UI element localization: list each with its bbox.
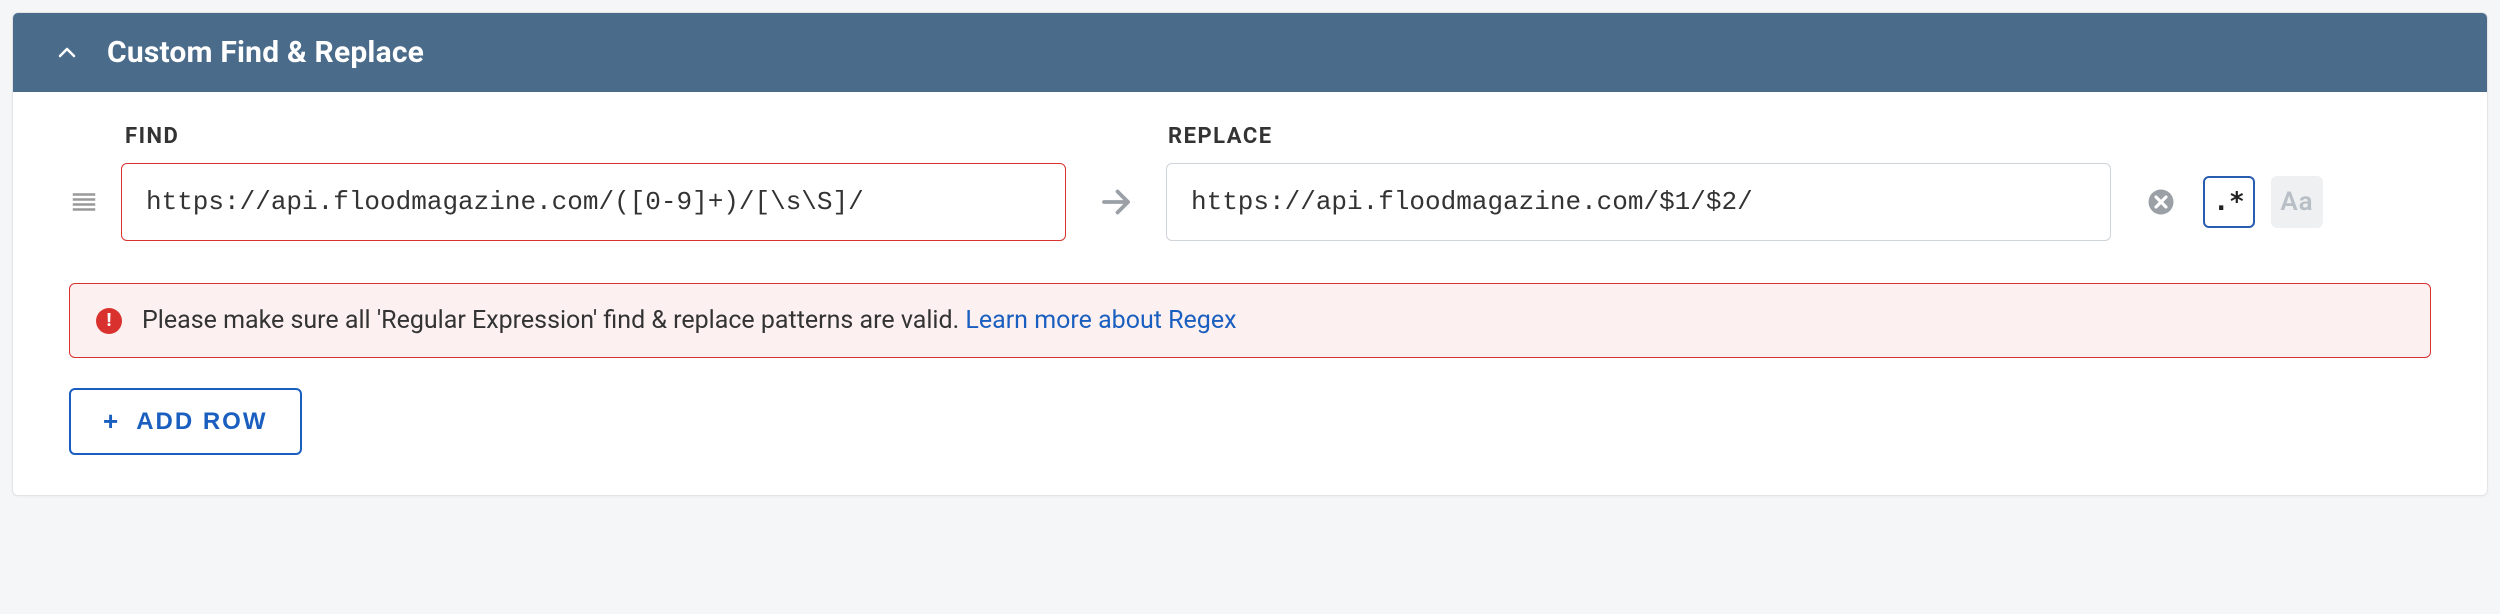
chevron-up-icon <box>55 41 79 65</box>
row-controls: .* Aa <box>2111 176 2431 228</box>
case-toggle-button[interactable]: Aa <box>2271 176 2323 228</box>
add-row-button[interactable]: + ADD ROW <box>69 388 302 455</box>
clear-row-button[interactable] <box>2135 176 2187 228</box>
find-input[interactable] <box>121 163 1066 241</box>
panel-body: FIND REPLACE .* Aa ! <box>13 92 2487 495</box>
error-icon: ! <box>96 308 122 334</box>
panel-header[interactable]: Custom Find & Replace <box>13 13 2487 92</box>
learn-more-link[interactable]: Learn more about Regex <box>965 306 1236 335</box>
replace-column-label: REPLACE <box>1168 124 2111 149</box>
regex-toggle-button[interactable]: .* <box>2203 176 2255 228</box>
find-replace-panel: Custom Find & Replace FIND REPLACE .* <box>12 12 2488 496</box>
find-column-label: FIND <box>125 124 1068 149</box>
drag-handle-icon[interactable] <box>69 187 121 217</box>
alert-text: Please make sure all 'Regular Expression… <box>142 306 1236 335</box>
find-replace-row: .* Aa <box>69 163 2431 241</box>
replace-input[interactable] <box>1166 163 2111 241</box>
arrow-right-icon <box>1066 184 1166 220</box>
error-alert: ! Please make sure all 'Regular Expressi… <box>69 283 2431 358</box>
column-labels: FIND REPLACE <box>69 124 2431 149</box>
alert-message: Please make sure all 'Regular Expression… <box>142 306 965 335</box>
add-row-label: ADD ROW <box>136 408 267 436</box>
panel-title: Custom Find & Replace <box>107 35 424 70</box>
plus-icon: + <box>103 406 120 437</box>
